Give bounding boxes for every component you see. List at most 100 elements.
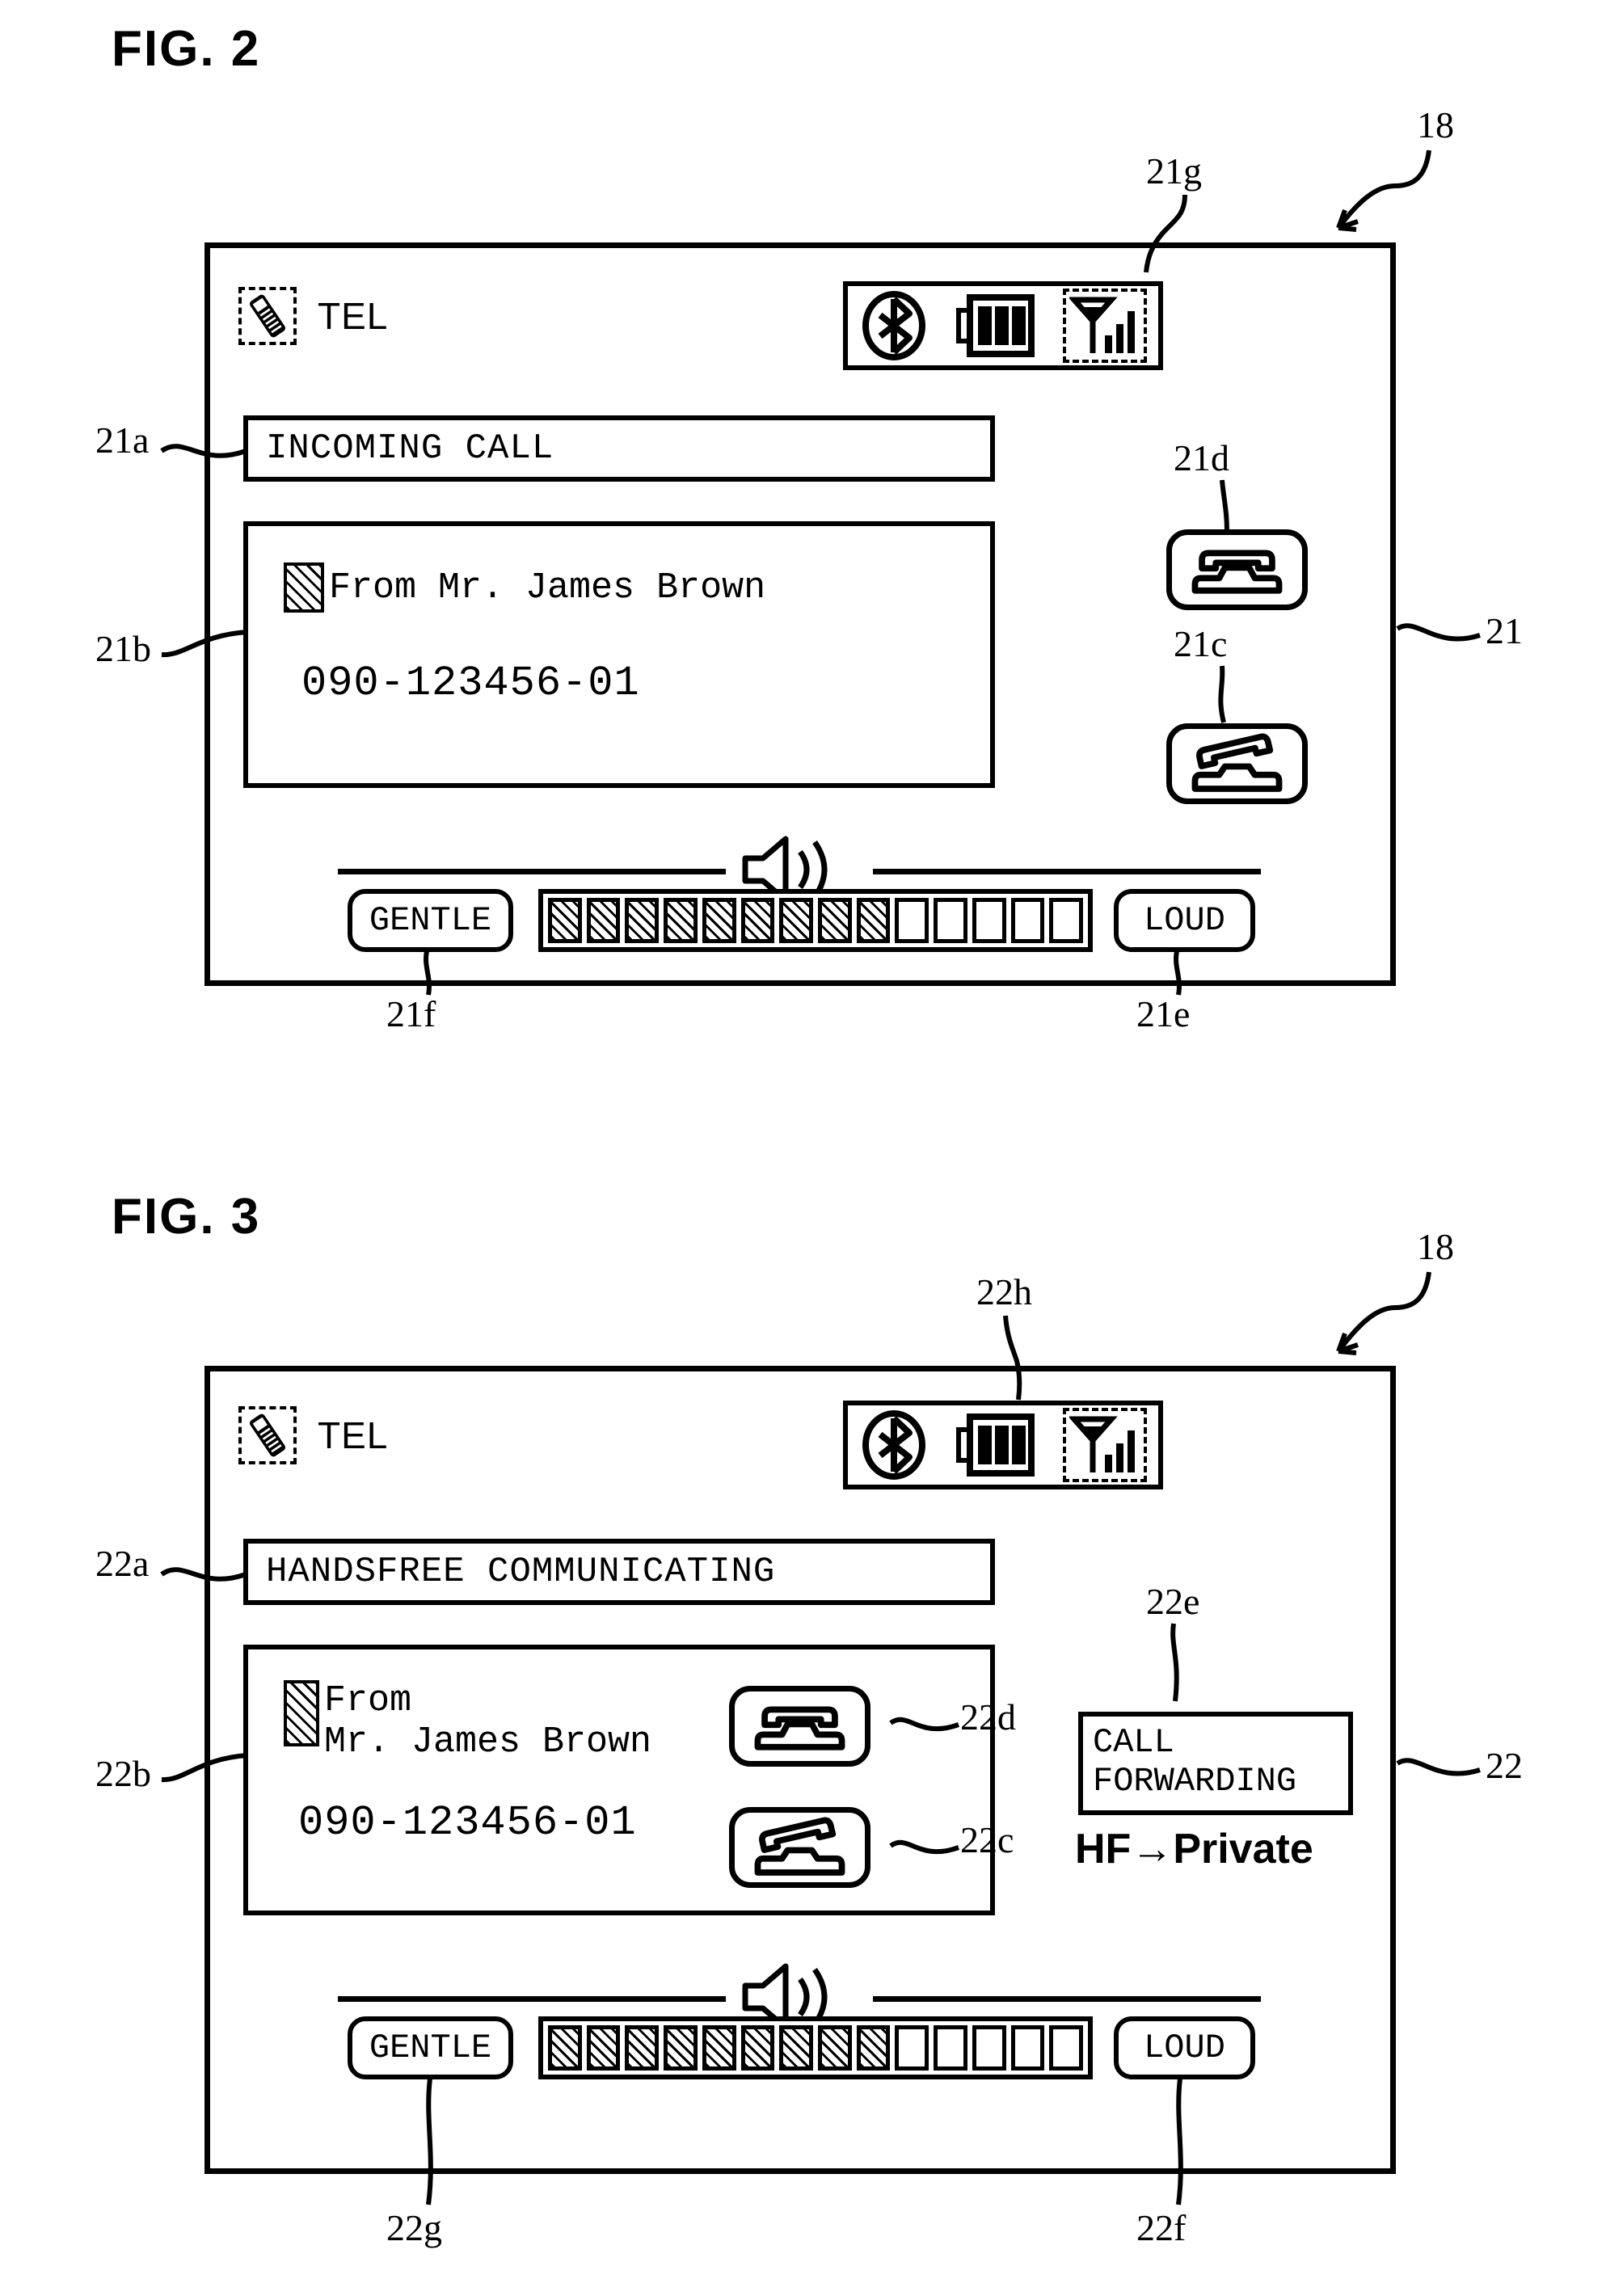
- reference-numeral-18-fig2: 18: [1417, 104, 1454, 145]
- reference-numeral-21d: 21d: [1174, 437, 1229, 478]
- volume-segment[interactable]: [779, 898, 814, 943]
- loud-button-fig3[interactable]: LOUD: [1114, 2016, 1255, 2079]
- loud-button-fig2[interactable]: LOUD: [1114, 889, 1255, 952]
- status-title-bar-fig3: HANDSFREE COMMUNICATING: [243, 1539, 995, 1605]
- end-call-button-fig2[interactable]: [1166, 723, 1308, 804]
- hatched-square-icon: [284, 562, 324, 613]
- leader-line-22a: [160, 1567, 247, 1582]
- reference-numeral-18-fig3: 18: [1417, 1226, 1454, 1267]
- reference-numeral-22d: 22d: [960, 1696, 1016, 1738]
- reference-numeral-21e: 21e: [1136, 993, 1191, 1034]
- reference-numeral-21: 21: [1486, 610, 1523, 651]
- volume-segment[interactable]: [702, 898, 736, 943]
- telephone-on-hook-icon: [1191, 550, 1283, 594]
- leader-line-21b: [161, 630, 248, 658]
- leader-line-22c: [889, 1839, 960, 1855]
- volume-segment[interactable]: [818, 898, 852, 943]
- bluetooth-icon: [862, 291, 925, 360]
- signal-strength-icon: [1063, 1408, 1147, 1482]
- reference-numeral-22c: 22c: [960, 1819, 1014, 1860]
- volume-segment[interactable]: [1049, 898, 1084, 943]
- leader-line-18-fig2: [1336, 150, 1431, 232]
- caller-name-fig2: From Mr. James Brown: [329, 567, 766, 609]
- volume-segment[interactable]: [740, 898, 775, 943]
- mobile-phone-glyph: [249, 294, 286, 338]
- volume-segment[interactable]: [625, 898, 660, 943]
- leader-line-22f: [1176, 2078, 1183, 2205]
- volume-segment[interactable]: [586, 898, 621, 943]
- volume-segment[interactable]: [972, 898, 1006, 943]
- call-forwarding-line-2: FORWARDING: [1093, 1762, 1297, 1801]
- volume-segment[interactable]: [586, 2025, 621, 2071]
- tel-label-fig3: TEL: [318, 1414, 389, 1456]
- volume-segment[interactable]: [856, 898, 891, 943]
- caller-info-panel-fig3: From Mr. James Brown 090-123456-01: [243, 1645, 995, 1915]
- reference-numeral-22h: 22h: [976, 1271, 1032, 1312]
- volume-segment[interactable]: [1010, 898, 1045, 943]
- volume-segment[interactable]: [664, 898, 698, 943]
- volume-segment[interactable]: [818, 2025, 852, 2071]
- battery-icon: [956, 1413, 1035, 1477]
- leader-line-22b: [161, 1753, 248, 1783]
- mobile-phone-glyph: [249, 1413, 286, 1457]
- status-title-text-fig2: INCOMING CALL: [266, 428, 554, 469]
- volume-segment[interactable]: [1010, 2025, 1045, 2071]
- reference-numeral-22a: 22a: [95, 1543, 150, 1584]
- header-row-fig3: TEL: [238, 1406, 388, 1464]
- leader-line-21d: [1220, 479, 1229, 534]
- loud-button-label-fig2: LOUD: [1144, 901, 1225, 940]
- reference-numeral-21a: 21a: [95, 419, 150, 461]
- volume-segment[interactable]: [625, 2025, 660, 2071]
- volume-level-bar-fig3[interactable]: [538, 2016, 1093, 2079]
- telephone-on-hook-icon: [754, 1706, 845, 1750]
- leader-line-21: [1396, 623, 1481, 642]
- loud-button-label-fig3: LOUD: [1144, 2028, 1225, 2067]
- reference-numeral-22g: 22g: [386, 2207, 442, 2248]
- volume-segment[interactable]: [895, 898, 929, 943]
- telephone-off-hook-icon: [754, 1817, 845, 1876]
- leader-line-22g: [426, 2078, 433, 2205]
- volume-rule-right-fig2: [873, 869, 1261, 874]
- figure-3-title: FIG. 3: [112, 1189, 261, 1245]
- caller-name-fig3: Mr. James Brown: [324, 1721, 652, 1763]
- volume-segment[interactable]: [1049, 2025, 1084, 2071]
- volume-segment[interactable]: [740, 2025, 775, 2071]
- caller-number-fig3: 090-123456-01: [298, 1799, 637, 1847]
- volume-segment[interactable]: [664, 2025, 698, 2071]
- volume-level-bar-fig2[interactable]: [538, 889, 1093, 952]
- reference-numeral-22b: 22b: [95, 1753, 151, 1794]
- telephone-off-hook-icon: [1191, 733, 1283, 792]
- gentle-button-fig2[interactable]: GENTLE: [348, 889, 513, 952]
- battery-icon: [956, 294, 1035, 357]
- volume-segment[interactable]: [972, 2025, 1006, 2071]
- volume-segment[interactable]: [548, 898, 582, 943]
- volume-segment[interactable]: [934, 898, 967, 943]
- volume-segment[interactable]: [702, 2025, 736, 2071]
- answer-call-button-fig2[interactable]: [1166, 529, 1308, 610]
- signal-bars-glyph: [1069, 1416, 1135, 1472]
- status-title-text-fig3: HANDSFREE COMMUNICATING: [266, 1552, 776, 1592]
- caller-from-label-fig3: From: [324, 1680, 412, 1721]
- leader-line-22: [1396, 1758, 1481, 1776]
- leader-line-21a: [160, 444, 247, 458]
- leader-line-21g: [1144, 194, 1187, 273]
- bluetooth-icon: [862, 1410, 925, 1480]
- mobile-phone-icon: [238, 287, 297, 345]
- volume-segment[interactable]: [895, 2025, 929, 2071]
- handsfree-to-private-text: HF→Private: [1075, 1826, 1313, 1873]
- volume-segment[interactable]: [779, 2025, 814, 2071]
- mobile-phone-icon: [238, 1406, 297, 1464]
- volume-segment[interactable]: [934, 2025, 967, 2071]
- end-call-button-fig3[interactable]: [729, 1807, 870, 1888]
- reference-numeral-21c: 21c: [1174, 623, 1228, 664]
- volume-segment[interactable]: [856, 2025, 891, 2071]
- volume-rule-left-fig3: [338, 1996, 726, 2002]
- leader-line-18-fig3: [1336, 1271, 1431, 1355]
- leader-line-22h: [1003, 1315, 1022, 1401]
- gentle-button-fig3[interactable]: GENTLE: [348, 2016, 513, 2079]
- volume-segment[interactable]: [548, 2025, 582, 2071]
- signal-bars-glyph: [1069, 297, 1135, 353]
- call-forwarding-status-box: CALL FORWARDING: [1078, 1712, 1353, 1815]
- answer-call-button-fig3[interactable]: [729, 1686, 870, 1767]
- leader-line-21f: [424, 950, 432, 996]
